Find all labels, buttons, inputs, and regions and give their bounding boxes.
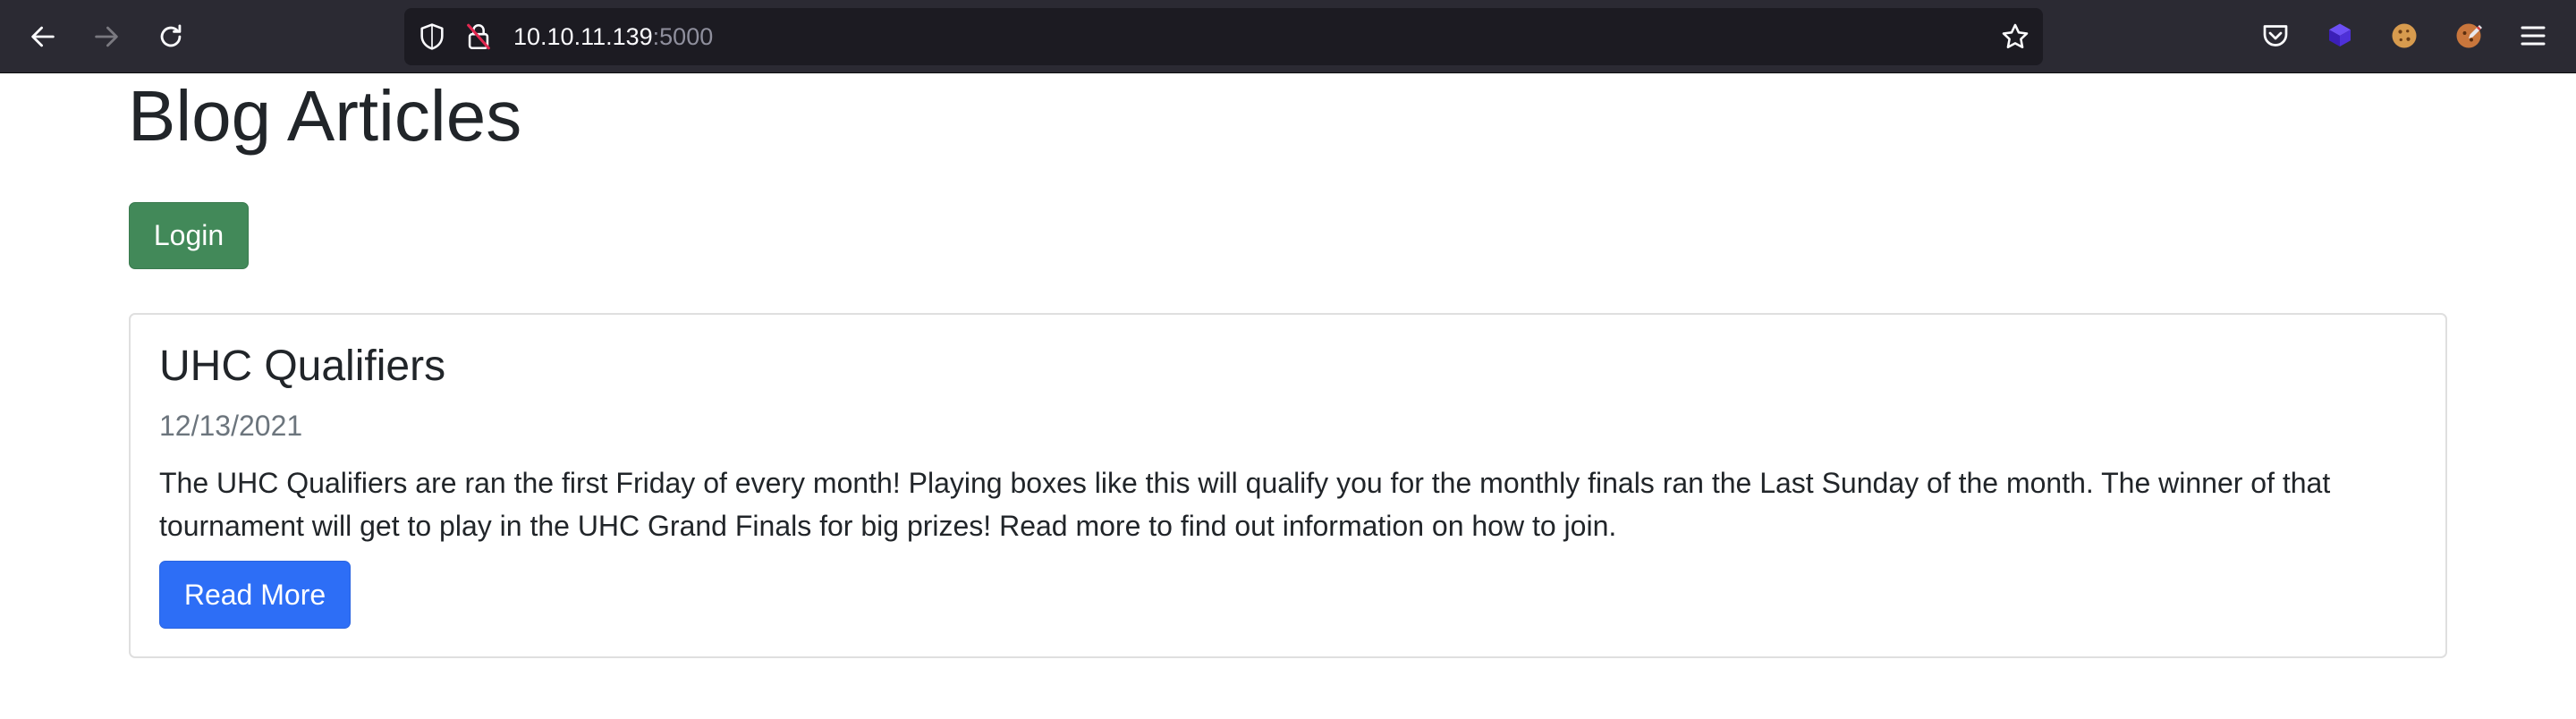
shield-icon <box>420 23 444 50</box>
bookmark-button[interactable] <box>2000 21 2030 52</box>
login-button[interactable]: Login <box>129 202 249 269</box>
extension-button-3[interactable] <box>2451 18 2487 54</box>
star-icon <box>2002 23 2029 49</box>
pocket-icon <box>2263 25 2288 47</box>
insecure-lock-icon <box>467 23 490 50</box>
article-card: UHC Qualifiers 12/13/2021 The UHC Qualif… <box>129 313 2447 658</box>
page-title: Blog Articles <box>128 76 522 156</box>
reload-icon <box>160 24 182 47</box>
app-menu-button[interactable] <box>2515 18 2551 54</box>
cookie-extension-icon <box>2392 23 2417 48</box>
url-text[interactable]: 10.10.11.139:5000 <box>513 8 713 65</box>
read-more-button[interactable]: Read More <box>159 561 351 629</box>
address-bar[interactable]: 10.10.11.139:5000 <box>404 8 2043 65</box>
forward-arrow-icon <box>95 26 118 47</box>
tracking-protection-button[interactable] <box>417 21 447 52</box>
article-title: UHC Qualifiers <box>159 343 446 390</box>
extension-button-2[interactable] <box>2386 18 2422 54</box>
cookie-editor-extension-icon <box>2456 23 2482 48</box>
back-arrow-icon <box>31 26 55 47</box>
connection-security-button[interactable] <box>463 21 494 52</box>
reload-button[interactable] <box>148 14 193 59</box>
url-port: :5000 <box>652 23 714 50</box>
pocket-button[interactable] <box>2258 18 2293 54</box>
browser-toolbar: 10.10.11.139:5000 <box>0 0 2576 73</box>
back-button[interactable] <box>21 14 65 59</box>
extension-button-1[interactable] <box>2322 18 2358 54</box>
article-date: 12/13/2021 <box>159 410 303 442</box>
forward-button[interactable] <box>84 14 129 59</box>
article-body: The UHC Qualifiers are ran the first Fri… <box>159 467 2331 542</box>
url-host: 10.10.11.139 <box>513 23 653 50</box>
purple-cube-extension-icon <box>2329 23 2351 47</box>
hamburger-menu-icon <box>2521 26 2546 46</box>
